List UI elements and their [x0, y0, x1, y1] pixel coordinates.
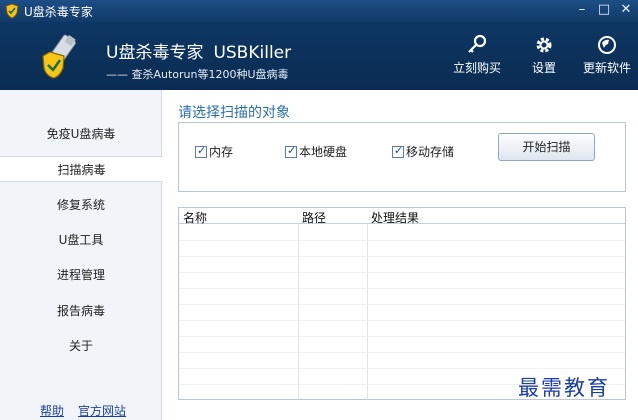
window-title: U盘杀毒专家: [24, 4, 93, 19]
minimize-button[interactable]: –: [574, 2, 590, 18]
product-name-cn: U盘杀毒专家: [106, 43, 204, 63]
scan-target-panel: 内存 本地硬盘 移动存储 开始扫描: [178, 122, 626, 192]
header-banner: U盘杀毒专家 USBKiller —— 查杀Autorun等1200种U盘病毒 立…: [0, 22, 638, 90]
watermark-text: 最需教育: [518, 376, 610, 400]
sidebar-item-label: 进程管理: [56, 268, 105, 282]
checkbox-checked-icon: [285, 144, 297, 158]
product-name-en: USBKiller: [213, 43, 292, 63]
product-name: U盘杀毒专家 USBKiller: [106, 38, 291, 63]
buy-now-button[interactable]: 立刻购买: [450, 34, 504, 76]
buy-now-label: 立刻购买: [452, 61, 501, 75]
sidebar-item-label: 报告病毒: [56, 304, 105, 318]
sidebar-item-about[interactable]: 关于: [0, 333, 162, 359]
local-disk-checkbox[interactable]: 本地硬盘: [285, 143, 347, 160]
settings-label: 设置: [531, 61, 556, 75]
sidebar-item-label: U盘工具: [58, 233, 104, 247]
sidebar-item-usb-tools[interactable]: U盘工具: [0, 227, 162, 253]
sidebar-item-process-manager[interactable]: 进程管理: [0, 262, 162, 288]
globe-refresh-icon: [598, 36, 616, 54]
maximize-button[interactable]: □: [596, 2, 612, 18]
column-header-path[interactable]: 路径: [302, 209, 326, 226]
sidebar-item-label: 修复系统: [56, 198, 105, 212]
checkbox-checked-icon: [195, 144, 207, 158]
update-software-label: 更新软件: [582, 61, 631, 75]
sidebar-item-immunize[interactable]: 免疫U盘病毒: [0, 121, 162, 147]
gear-icon: [536, 37, 552, 53]
close-button[interactable]: ✕: [618, 2, 634, 18]
shield-app-icon: [5, 3, 19, 19]
column-header-name[interactable]: 名称: [183, 209, 207, 226]
sidebar-item-label: 扫描病毒: [57, 163, 106, 177]
help-link[interactable]: 帮助: [40, 402, 64, 419]
sidebar-item-label: 关于: [68, 339, 93, 353]
update-software-button[interactable]: 更新软件: [580, 34, 634, 76]
memory-checkbox-label: 内存: [209, 145, 234, 159]
removable-storage-checkbox-label: 移动存储: [406, 145, 455, 159]
usb-shield-logo-icon: [42, 34, 76, 79]
table-header: 名称 路径 处理结果: [179, 208, 625, 226]
sidebar: 免疫U盘病毒 扫描病毒 修复系统 U盘工具 进程管理 报告病毒 关于 帮助 官方…: [0, 90, 163, 420]
settings-button[interactable]: 设置: [517, 34, 571, 76]
memory-checkbox[interactable]: 内存: [195, 143, 233, 160]
sidebar-item-label: 免疫U盘病毒: [46, 127, 116, 141]
checkbox-checked-icon: [392, 144, 404, 158]
official-site-link[interactable]: 官方网站: [78, 402, 126, 419]
sidebar-item-report-virus[interactable]: 报告病毒: [0, 298, 162, 324]
sidebar-item-scan[interactable]: 扫描病毒: [0, 156, 163, 182]
column-header-result[interactable]: 处理结果: [371, 209, 419, 226]
removable-storage-checkbox[interactable]: 移动存储: [392, 143, 454, 160]
sidebar-item-repair[interactable]: 修复系统: [0, 192, 162, 218]
title-bar: U盘杀毒专家 – □ ✕: [0, 0, 638, 22]
start-scan-button[interactable]: 开始扫描: [498, 133, 595, 161]
local-disk-checkbox-label: 本地硬盘: [299, 145, 348, 159]
scan-target-title: 请选择扫描的对象: [178, 105, 290, 121]
key-icon: [468, 34, 487, 53]
product-slogan: —— 查杀Autorun等1200种U盘病毒: [106, 68, 289, 81]
